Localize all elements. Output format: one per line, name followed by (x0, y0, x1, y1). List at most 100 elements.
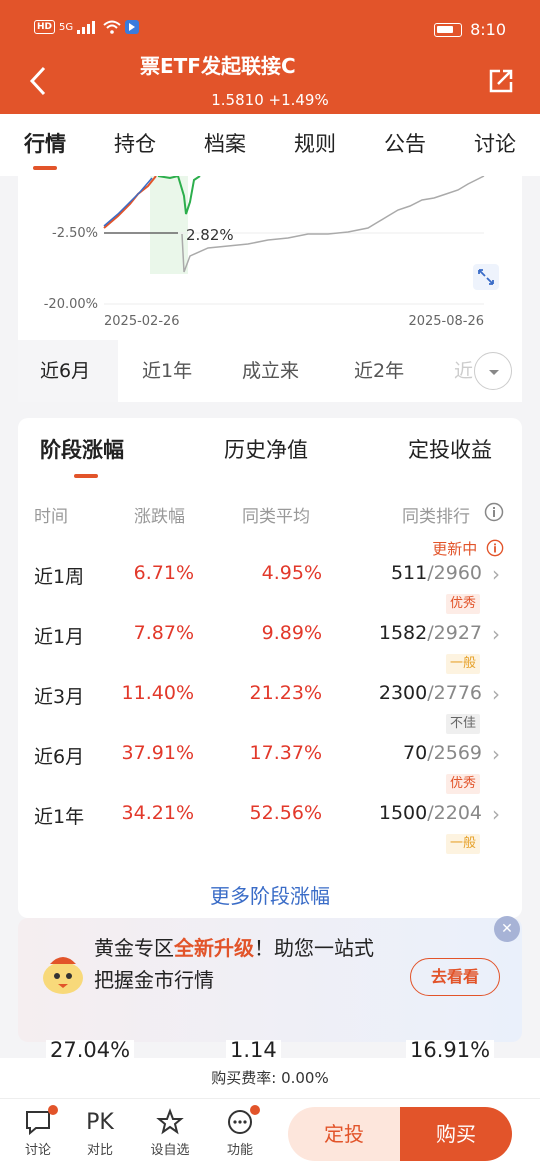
rank-value: 511 (390, 562, 428, 584)
row-rank: 1582/2927 (379, 622, 482, 644)
tab-rules[interactable]: 规则 (270, 114, 360, 176)
range-since-inception[interactable]: 成立来 (242, 340, 299, 402)
chart-marker-label: 2.82% (186, 226, 234, 244)
expand-chart-icon[interactable] (473, 264, 499, 290)
col-rank: 同类排行 (402, 507, 470, 527)
tab-dca-returns[interactable]: 定投收益 (408, 434, 492, 464)
row-period: 近1周 (34, 566, 85, 588)
row-period: 近3月 (34, 686, 85, 708)
functions-button[interactable]: 功能 (212, 1105, 268, 1158)
banner-line1-a: 黄金专区 (94, 936, 174, 960)
row-change: 34.21% (121, 802, 194, 824)
share-icon[interactable] (488, 68, 514, 94)
range-2y[interactable]: 近2年 (354, 340, 404, 402)
tab-stage-returns[interactable]: 阶段涨幅 (40, 434, 124, 478)
fund-price: 1.5810 +1.49% (211, 91, 329, 109)
chevron-right-icon: › (492, 562, 500, 586)
rank-value: 1500 (378, 802, 428, 824)
rank-badge: 不佳 (445, 714, 480, 734)
top-tabs: 行情 持仓 档案 规则 公告 讨论 (0, 114, 540, 176)
chevron-right-icon: › (492, 742, 500, 766)
table-row[interactable]: 近1周 6.71% 4.95% 511/2960 › 优秀 (18, 558, 522, 618)
add-watchlist-button[interactable]: 设自选 (142, 1105, 198, 1158)
row-rank: 70/2569 (403, 742, 482, 764)
rank-value: 2300 (378, 682, 428, 704)
col-change: 涨跌幅 (134, 507, 185, 527)
row-avg: 21.23% (249, 682, 322, 704)
compare-button[interactable]: PK 对比 (72, 1105, 128, 1159)
rank-total: /2927 (427, 622, 482, 644)
row-period: 近1年 (34, 806, 85, 828)
range-dropdown-button[interactable] (474, 352, 512, 390)
tab-announcements[interactable]: 公告 (360, 114, 450, 176)
col-avg: 同类平均 (242, 507, 310, 527)
close-icon[interactable]: ✕ (494, 916, 520, 942)
table-row[interactable]: 近1年 34.21% 52.56% 1500/2204 › 一般 (18, 798, 522, 858)
partial-stat-1: 27.04% (46, 1040, 135, 1058)
purchase-fee: 购买费率: 0.00% (0, 1058, 540, 1098)
banner-line1-b: ！助您一站式 (254, 936, 374, 960)
rank-badge: 一般 (445, 654, 480, 674)
star-icon-wrap (142, 1105, 198, 1139)
star-icon (156, 1108, 184, 1135)
range-1y[interactable]: 近1年 (142, 340, 192, 402)
bottom-action-bar: 讨论 PK 对比 设自选 功能 定投 购买 (0, 1098, 540, 1170)
chart-x-end: 2025-08-26 (408, 314, 484, 329)
more-icon-wrap (212, 1105, 268, 1139)
dca-button[interactable]: 定投 (288, 1107, 400, 1161)
chart-card: -2.50% -20.00% 2.82% 2025-02-26 2025-08-… (18, 176, 522, 402)
rank-badge: 优秀 (445, 774, 480, 794)
signal-icon (77, 21, 96, 34)
chevron-right-icon: › (492, 802, 500, 826)
wifi-icon (103, 20, 121, 34)
row-avg: 4.95% (261, 562, 322, 584)
signal-indicator: 5G (59, 21, 74, 33)
compare-label: 对比 (86, 1143, 113, 1158)
hd-badge: HD (34, 20, 56, 34)
buy-button[interactable]: 购买 (400, 1107, 512, 1161)
chart-y-label-bottom: -20.00% (44, 297, 98, 312)
mascot-icon (43, 957, 83, 994)
performance-card: 阶段涨幅 历史净值 定投收益 时间 涨跌幅 同类平均 同类排行 更新中 近1周 … (18, 418, 522, 918)
row-change: 7.87% (133, 622, 194, 644)
row-avg: 17.37% (249, 742, 322, 764)
app-notification-icon (125, 20, 140, 34)
range-6m[interactable]: 近6月 (18, 340, 118, 402)
rank-total: /2204 (427, 802, 482, 824)
tab-historical-nav[interactable]: 历史净值 (224, 434, 308, 464)
battery-icon (434, 22, 463, 37)
rank-total: /2776 (427, 682, 482, 704)
row-rank: 511/2960 (391, 562, 482, 584)
tab-discussion[interactable]: 讨论 (450, 114, 540, 176)
table-row[interactable]: 近6月 37.91% 17.37% 70/2569 › 优秀 (18, 738, 522, 798)
notification-dot (48, 1105, 58, 1115)
table-row[interactable]: 近3月 11.40% 21.23% 2300/2776 › 不佳 (18, 678, 522, 738)
tab-holdings[interactable]: 持仓 (90, 114, 180, 176)
info-icon[interactable] (486, 539, 504, 557)
updating-text: 更新中 (432, 540, 478, 558)
tab-market[interactable]: 行情 (0, 114, 90, 176)
tab-profile[interactable]: 档案 (180, 114, 270, 176)
row-avg: 52.56% (249, 802, 322, 824)
banner-line-1: 黄金专区全新升级！助您一站式 (94, 932, 374, 964)
discussion-label: 讨论 (24, 1143, 51, 1158)
range-more-partial[interactable]: 近 (454, 340, 473, 402)
more-stage-returns-link[interactable]: 更多阶段涨幅 (18, 880, 522, 909)
banner-highlight: 全新升级 (174, 936, 254, 960)
header: HD 5G 8:10 票ETF发起联接C 1.5810 +1.49% (0, 0, 540, 114)
row-rank: 1500/2204 (379, 802, 482, 824)
banner-go-button[interactable]: 去看看 (410, 958, 500, 996)
discussion-button[interactable]: 讨论 (10, 1105, 66, 1158)
page-title: 票ETF发起联接C (140, 54, 296, 78)
rank-total: /2569 (427, 742, 482, 764)
functions-label: 功能 (226, 1143, 253, 1158)
row-period: 近1月 (34, 626, 85, 648)
clock: 8:10 (470, 20, 506, 39)
gold-promo-banner[interactable]: 黄金专区全新升级！助您一站式 把握金市行情 去看看 ✕ (18, 916, 522, 1042)
status-left: HD 5G (34, 20, 140, 34)
table-row[interactable]: 近1月 7.87% 9.89% 1582/2927 › 一般 (18, 618, 522, 678)
row-period: 近6月 (34, 746, 85, 768)
add-watchlist-label: 设自选 (150, 1143, 190, 1158)
banner-line-2: 把握金市行情 (94, 968, 214, 992)
info-icon[interactable] (484, 502, 504, 522)
